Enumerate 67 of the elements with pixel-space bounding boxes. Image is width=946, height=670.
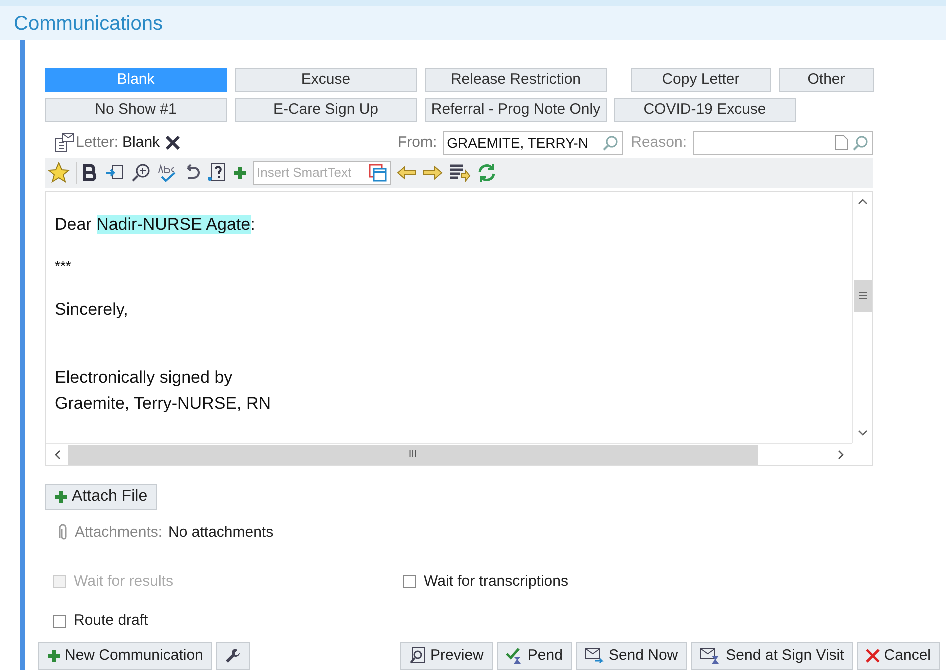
template-button[interactable]: COVID-19 Excuse: [614, 98, 796, 122]
footer-button[interactable]: Send Now: [576, 642, 688, 670]
checkbox-label: Wait for results: [74, 572, 174, 592]
left-chevron-icon[interactable]: [54, 450, 60, 460]
footer-button[interactable]: Pend: [496, 642, 572, 670]
window-title: Communications: [14, 13, 163, 35]
from-label: From:: [398, 132, 438, 153]
plus-icon: [233, 166, 247, 180]
new-communication-button[interactable]: New Communication: [38, 642, 212, 670]
page-icon: [835, 135, 849, 151]
bold-icon[interactable]: [83, 164, 99, 182]
placeholder-text: ***: [55, 256, 72, 276]
scroll-grip: III: [408, 448, 418, 462]
grip-icon[interactable]: [858, 292, 866, 300]
plus-icon: [54, 490, 68, 504]
envelope-arrow-icon: [584, 647, 605, 665]
zoom-icon[interactable]: [131, 163, 151, 183]
reason-label: Reason:: [631, 132, 687, 153]
magnifier-page-icon: [408, 647, 427, 665]
letter-label: Letter:: [76, 132, 119, 153]
left-arrow-icon[interactable]: [397, 165, 417, 181]
template-button[interactable]: Referral - Prog Note Only: [425, 98, 607, 122]
signature-text: Electronically signed by Graemite, Terry-NURSE, RN: [55, 367, 272, 414]
letter-icon: [55, 133, 75, 153]
letter-value: Blank: [122, 132, 160, 153]
attach-file-button[interactable]: Attach File: [45, 484, 157, 510]
wrench-icon: [225, 648, 242, 664]
close-icon[interactable]: [166, 136, 180, 150]
vertical-scrollbar[interactable]: [852, 192, 872, 443]
tools-button[interactable]: [216, 642, 250, 670]
search-icon: [603, 135, 620, 151]
star-icon[interactable]: [48, 162, 70, 184]
template-button[interactable]: Other: [779, 68, 874, 92]
template-button[interactable]: E-Care Sign Up: [235, 98, 417, 122]
up-chevron-icon[interactable]: [858, 198, 868, 205]
attachments-label: Attachments:: [75, 523, 163, 543]
plus-icon: [47, 649, 61, 663]
template-button[interactable]: Release Restriction: [425, 68, 607, 92]
attachments-value: No attachments: [168, 523, 274, 543]
right-chevron-icon[interactable]: [838, 450, 844, 460]
checkbox[interactable]: [403, 575, 416, 588]
window-icon: [369, 164, 387, 182]
paperclip-icon: [59, 524, 69, 542]
closing-text: Sincerely,: [55, 298, 130, 320]
refresh-icon[interactable]: [477, 163, 497, 183]
close-icon: [866, 649, 880, 663]
check-hourglass-icon: [506, 647, 524, 665]
down-chevron-icon[interactable]: [858, 430, 868, 437]
footer-button[interactable]: Send at Sign Visit: [691, 642, 854, 670]
list-arrow-icon[interactable]: [449, 164, 471, 182]
insert-icon[interactable]: [105, 164, 125, 182]
footer-button[interactable]: Preview: [400, 642, 493, 670]
template-button[interactable]: Excuse: [235, 68, 417, 92]
template-button[interactable]: No Show #1: [45, 98, 227, 122]
checkbox-label: Route draft: [74, 611, 148, 631]
from-field[interactable]: GRAEMITE, TERRY-N: [443, 131, 624, 155]
checkbox-label: Wait for transcriptions: [424, 572, 568, 592]
checkbox[interactable]: [53, 614, 66, 628]
reason-field[interactable]: [693, 131, 873, 155]
footer-button[interactable]: Cancel: [857, 642, 940, 670]
spellcheck-icon[interactable]: [157, 163, 177, 183]
template-button[interactable]: Copy Letter: [631, 68, 771, 92]
search-icon: [853, 135, 869, 151]
letter-editor[interactable]: Dear Nadir-NURSE Agate: *** Sincerely, Electronically signed by Graemite, Terry-NURSE, RN III: [45, 191, 873, 466]
greeting-text: Dear Nadir-NURSE Agate:: [55, 214, 256, 236]
help-icon[interactable]: [207, 163, 227, 183]
right-arrow-icon[interactable]: [423, 165, 443, 181]
